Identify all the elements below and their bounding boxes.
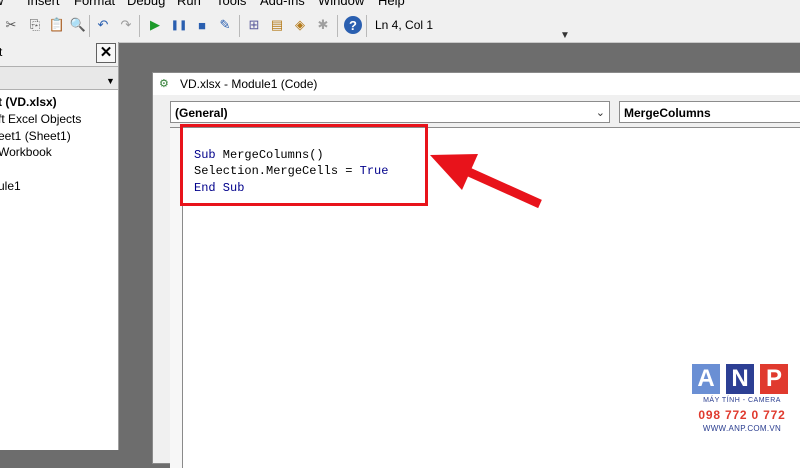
project-explorer-icon[interactable]: ⊞: [245, 16, 263, 34]
menu-view[interactable]: w: [0, 0, 3, 8]
tree-item-module1[interactable]: ule1: [0, 179, 21, 193]
code-highlight-box: [180, 124, 428, 206]
logo-letter-a: A: [692, 364, 720, 394]
toolbox-icon[interactable]: ✱: [314, 16, 332, 34]
help-icon[interactable]: ?: [344, 16, 362, 34]
menu-help[interactable]: Help: [378, 0, 405, 8]
object-combo-value: (General): [175, 106, 228, 120]
undo-icon[interactable]: ↶: [94, 16, 112, 34]
menu-bar: w Insert Format Debug Run Tools Add-Ins …: [0, 0, 800, 9]
design-mode-icon[interactable]: ✎: [216, 16, 234, 34]
cut-icon[interactable]: ✂: [2, 16, 20, 34]
toolbar-separator: [239, 15, 240, 37]
logo-letter-p: P: [760, 364, 788, 394]
project-tree: t (VD.xlsx) ft Excel Objects eet1 (Sheet…: [0, 90, 118, 450]
project-explorer-toolbar: ▼: [0, 66, 118, 90]
close-icon[interactable]: ✕: [96, 43, 116, 63]
toolbar-separator: [89, 15, 90, 37]
paste-icon[interactable]: 📋: [48, 16, 66, 34]
toolbar-separator: [139, 15, 140, 37]
logo-phone: 098 772 0 772: [698, 408, 786, 422]
project-explorer-header: t ✕: [0, 42, 118, 64]
toolbar-separator: [366, 15, 367, 37]
standard-toolbar: ✂ ⎘ 📋 🔍 ↶ ↷ ▶ ❚❚ ■ ✎ ⊞ ▤ ◈ ✱ ? Ln 4, Col…: [0, 9, 800, 43]
project-explorer-title: t: [0, 45, 3, 59]
menu-tools[interactable]: Tools: [216, 0, 246, 8]
code-window-title: VD.xlsx - Module1 (Code): [180, 77, 318, 91]
run-icon[interactable]: ▶: [146, 16, 164, 34]
toolbar-separator: [337, 15, 338, 37]
reset-icon[interactable]: ■: [193, 16, 211, 34]
menu-addins[interactable]: Add-Ins: [260, 0, 305, 8]
logo-tagline: MÁY TÍNH - CAMERA: [703, 397, 781, 404]
project-explorer-panel: t ✕ ▼ t (VD.xlsx) ft Excel Objects eet1 …: [0, 42, 119, 450]
object-combo[interactable]: (General) ⌄: [170, 101, 610, 123]
tree-item-project[interactable]: t (VD.xlsx): [0, 95, 57, 109]
chevron-down-icon[interactable]: ⌄: [596, 102, 605, 124]
pointer-arrow-icon: [430, 154, 542, 209]
object-browser-icon[interactable]: ◈: [291, 16, 309, 34]
procedure-combo[interactable]: MergeColumns: [619, 101, 800, 123]
menu-debug[interactable]: Debug: [127, 0, 165, 8]
anp-logo: A N P MÁY TÍNH - CAMERA 098 772 0 772 WW…: [692, 364, 792, 444]
menu-insert[interactable]: Insert: [27, 0, 60, 8]
logo-url: WWW.ANP.COM.VN: [702, 424, 782, 433]
toolbar-overflow-icon[interactable]: ▼: [560, 30, 570, 41]
menu-window[interactable]: Window: [318, 0, 364, 8]
find-icon[interactable]: 🔍: [69, 16, 87, 34]
procedure-combo-value: MergeColumns: [624, 106, 711, 120]
tree-item-workbook[interactable]: Workbook: [0, 145, 52, 159]
chevron-down-icon[interactable]: ▼: [106, 76, 116, 86]
tree-item-excel-objects[interactable]: ft Excel Objects: [0, 112, 81, 126]
properties-icon[interactable]: ▤: [268, 16, 286, 34]
menu-run[interactable]: Run: [177, 0, 201, 8]
logo-letter-n: N: [726, 364, 754, 394]
module-icon: ⚙: [159, 78, 169, 90]
tree-item-sheet1[interactable]: eet1 (Sheet1): [0, 129, 71, 143]
menu-format[interactable]: Format: [74, 0, 115, 8]
code-window-titlebar[interactable]: ⚙ VD.xlsx - Module1 (Code): [153, 73, 800, 95]
anp-logo-letters: A N P: [692, 364, 792, 394]
redo-icon[interactable]: ↷: [117, 16, 135, 34]
break-icon[interactable]: ❚❚: [170, 16, 188, 34]
copy-icon[interactable]: ⎘: [26, 16, 44, 34]
cursor-position-status: Ln 4, Col 1: [370, 15, 571, 36]
